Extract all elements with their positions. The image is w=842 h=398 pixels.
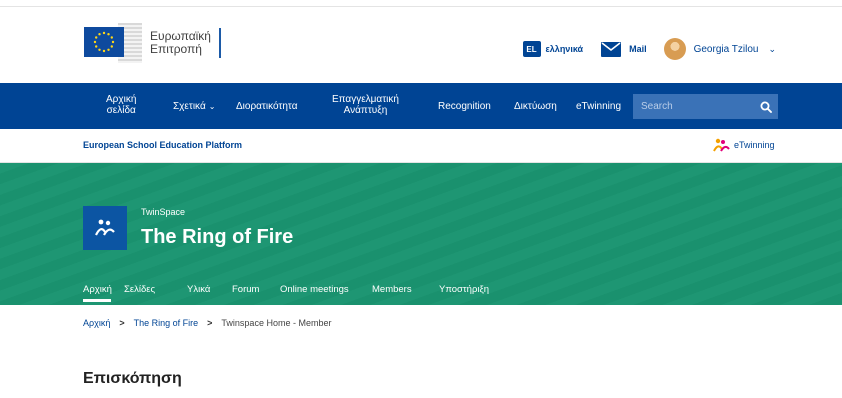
user-name[interactable]: Georgia Tzilou bbox=[694, 44, 759, 55]
user-avatar[interactable] bbox=[663, 38, 686, 60]
language-selector[interactable]: ελληνικά bbox=[546, 44, 584, 54]
tab-members[interactable]: Members bbox=[372, 284, 412, 295]
page-title: Επισκόπηση bbox=[83, 370, 182, 387]
nav-item-professional-development-line-2: Ανάπτυξη bbox=[343, 105, 388, 116]
nav-item-recognition-label: Recognition bbox=[438, 101, 491, 112]
search-box bbox=[633, 94, 753, 119]
search-button[interactable] bbox=[753, 94, 778, 119]
breadcrumb-space[interactable]: The Ring of Fire bbox=[134, 318, 199, 328]
active-tab-indicator bbox=[83, 299, 111, 302]
twinspace-logo-icon bbox=[83, 206, 127, 250]
main-navigation: Αρχική σελίδα Σχετικά ⌄ Διορατικότητα Επα… bbox=[0, 83, 842, 129]
chevron-down-icon: ⌄ bbox=[208, 102, 216, 111]
nav-item-home-line-1: Αρχική bbox=[106, 94, 137, 105]
breadcrumb-separator: > bbox=[119, 318, 125, 328]
etwinning-logo[interactable]: eTwinning bbox=[712, 137, 775, 153]
twinspace-kicker: TwinSpace bbox=[141, 207, 186, 217]
language-code-badge[interactable]: EL bbox=[522, 41, 541, 57]
nav-item-networking-label: Δικτύωση bbox=[514, 101, 557, 112]
tab-support[interactable]: Υποστήριξη bbox=[439, 284, 489, 295]
search-input[interactable] bbox=[633, 94, 753, 119]
search-icon bbox=[760, 101, 772, 113]
logo-divider bbox=[218, 28, 221, 58]
tab-pages[interactable]: Σελίδες bbox=[124, 284, 155, 295]
nav-item-home[interactable]: Αρχική σελίδα bbox=[106, 94, 136, 116]
eu-flag-icon bbox=[84, 23, 142, 63]
nav-item-about-label: Σχετικά bbox=[173, 101, 206, 112]
mail-link[interactable]: Mail bbox=[629, 44, 647, 54]
etwinning-logo-label: eTwinning bbox=[734, 140, 775, 150]
site-header: Ευρωπαϊκή Επιτροπή EL ελληνικά Mail Geor… bbox=[0, 7, 842, 83]
tab-home[interactable]: Αρχική bbox=[83, 284, 112, 295]
mail-icon[interactable] bbox=[601, 41, 622, 57]
breadcrumb-home[interactable]: Αρχική bbox=[83, 318, 110, 328]
etwinning-logo-icon bbox=[713, 138, 730, 152]
platform-title[interactable]: European School Education Platform bbox=[83, 140, 242, 150]
platform-bar: European School Education Platform eTwin… bbox=[0, 129, 842, 163]
european-commission-logo[interactable]: Ευρωπαϊκή Επιτροπή bbox=[84, 23, 221, 63]
tab-materials[interactable]: Υλικά bbox=[187, 284, 210, 295]
nav-item-about[interactable]: Σχετικά ⌄ bbox=[173, 101, 215, 112]
nav-item-insight-label: Διορατικότητα bbox=[236, 101, 298, 112]
nav-item-etwinning-label: eTwinning bbox=[576, 101, 622, 112]
nav-item-networking[interactable]: Δικτύωση bbox=[514, 101, 557, 112]
breadcrumb-current: Twinspace Home - Member bbox=[221, 318, 332, 328]
tab-forum[interactable]: Forum bbox=[232, 284, 259, 295]
breadcrumb: Αρχική > The Ring of Fire > Twinspace Ho… bbox=[83, 318, 331, 328]
nav-item-professional-development[interactable]: Επαγγελματική Ανάπτυξη bbox=[332, 94, 399, 116]
logo-text: Ευρωπαϊκή Επιτροπή bbox=[150, 30, 211, 56]
twinspace-title: The Ring of Fire bbox=[141, 226, 294, 248]
logo-line-2: Επιτροπή bbox=[150, 42, 202, 56]
twinspace-tabs: Αρχική Σελίδες Υλικά Forum Online meetin… bbox=[0, 279, 842, 305]
header-tools: EL ελληνικά Mail Georgia Tzilou ⌄ bbox=[522, 38, 776, 60]
chevron-down-icon[interactable]: ⌄ bbox=[768, 44, 776, 55]
nav-item-insight[interactable]: Διορατικότητα bbox=[236, 101, 298, 112]
twinspace-hero: TwinSpace The Ring of Fire Αρχική Σελίδε… bbox=[0, 163, 842, 305]
breadcrumb-separator: > bbox=[207, 318, 213, 328]
nav-item-professional-development-line-1: Επαγγελματική bbox=[332, 94, 399, 105]
tab-online-meetings[interactable]: Online meetings bbox=[280, 284, 349, 295]
nav-item-home-line-2: σελίδα bbox=[106, 105, 136, 116]
nav-item-etwinning[interactable]: eTwinning bbox=[576, 101, 621, 112]
nav-item-recognition[interactable]: Recognition bbox=[438, 101, 491, 112]
